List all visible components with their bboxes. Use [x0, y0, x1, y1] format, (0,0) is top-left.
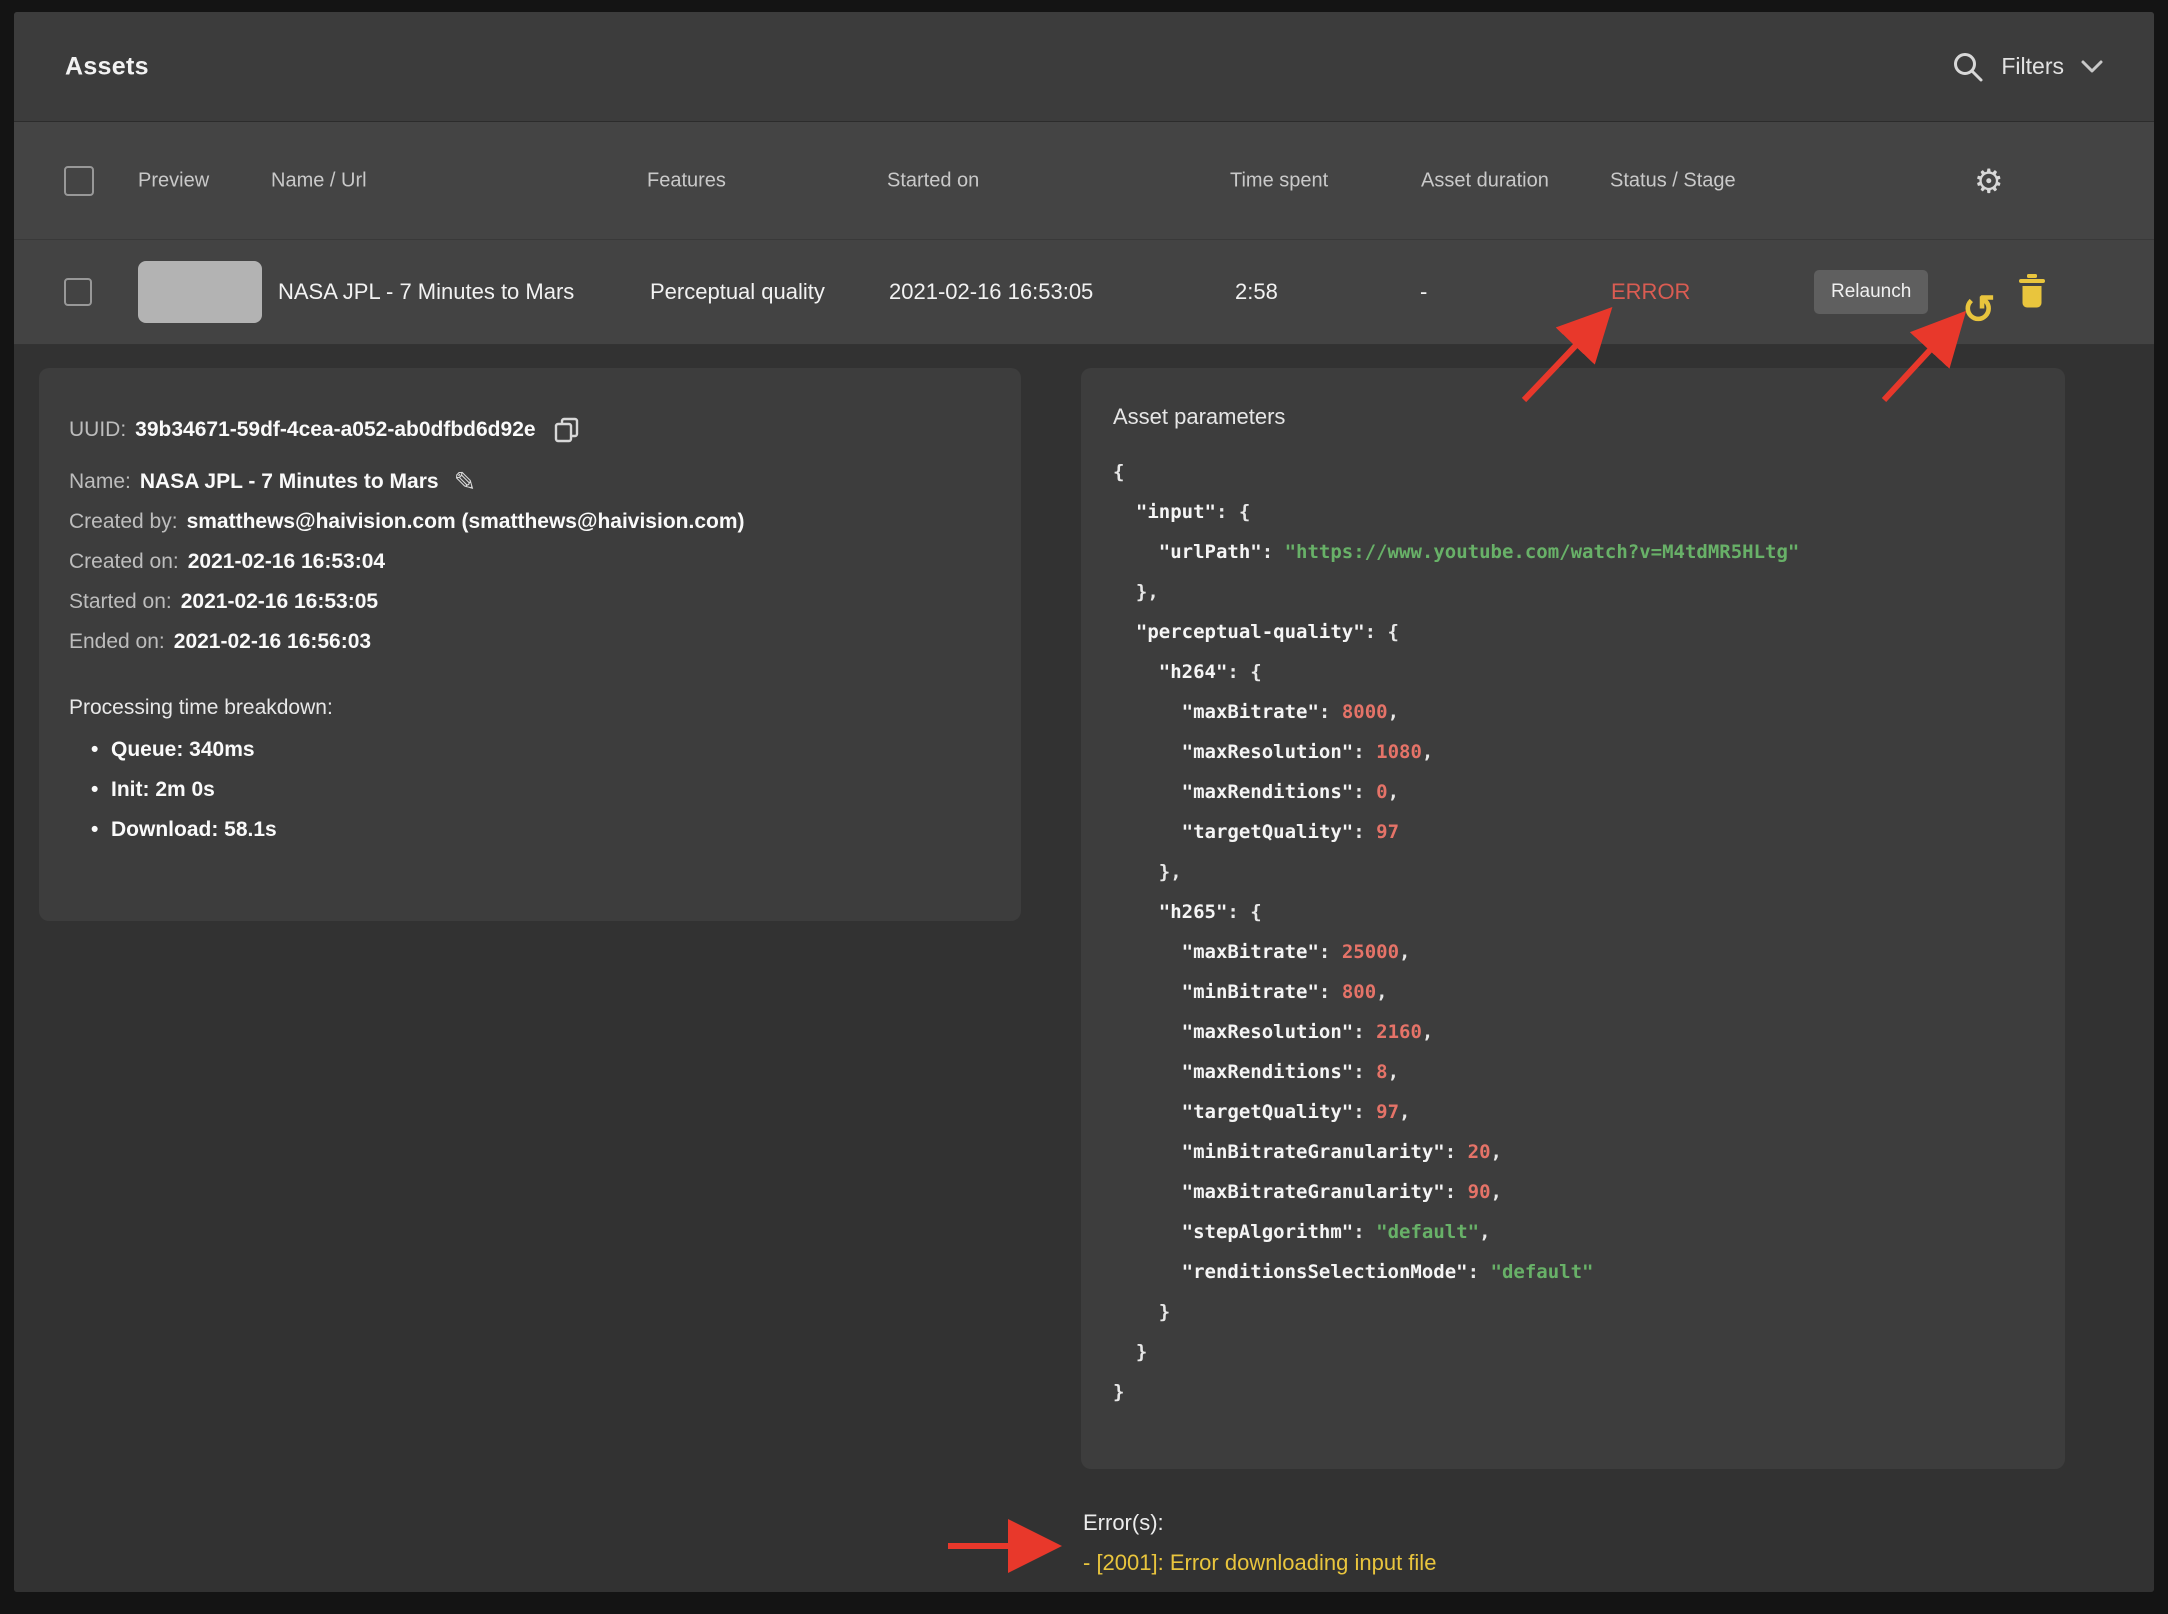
asset-started-on: 2021-02-16 16:53:05 [889, 279, 1093, 305]
asset-features: Perceptual quality [650, 279, 825, 305]
started-on-value: 2021-02-16 16:53:05 [181, 590, 378, 614]
processing-item-init: Init: 2m 0s [69, 770, 991, 810]
asset-parameters-code: { "input": { "urlPath": "https://www.you… [1113, 452, 2033, 1412]
table-header-row: Preview Name / Url Features Started on T… [14, 122, 2154, 240]
asset-parameters-panel: Asset parameters { "input": { "urlPath":… [1081, 368, 2065, 1469]
started-on-row: Started on: 2021-02-16 16:53:05 [69, 582, 991, 622]
copy-icon[interactable] [553, 416, 581, 444]
assets-page: Assets Filters Preview Name / Url Featur… [14, 12, 2154, 1592]
processing-time-list: Queue: 340ms Init: 2m 0s Download: 58.1s [69, 730, 991, 850]
column-settings-gear-icon[interactable]: ⚙ [1974, 164, 2004, 197]
name-label: Name: [69, 470, 131, 494]
processing-time-title: Processing time breakdown: [69, 696, 991, 720]
relaunch-button[interactable]: Relaunch [1814, 270, 1928, 314]
asset-detail-area: UUID: 39b34671-59df-4cea-a052-ab0dfbd6d9… [14, 345, 2154, 1592]
col-header-started-on: Started on [887, 169, 979, 192]
started-on-label: Started on: [69, 590, 172, 614]
created-by-value: smatthews@haivision.com (smatthews@haivi… [187, 510, 745, 534]
asset-time-spent: 2:58 [1235, 279, 1278, 305]
col-header-name-url: Name / Url [271, 169, 367, 192]
asset-parameters-title: Asset parameters [1113, 404, 2033, 430]
asset-preview-thumbnail[interactable] [138, 261, 262, 323]
col-header-time-spent: Time spent [1230, 169, 1328, 192]
processing-item-download: Download: 58.1s [69, 810, 991, 850]
search-icon[interactable] [1951, 50, 1985, 84]
filters-control[interactable]: Filters [1951, 50, 2104, 84]
name-value: NASA JPL - 7 Minutes to Mars [140, 470, 439, 494]
status-badge: ERROR [1611, 279, 1690, 305]
col-header-status-stage: Status / Stage [1610, 169, 1736, 192]
col-header-preview: Preview [138, 169, 209, 192]
select-all-checkbox[interactable] [64, 166, 94, 196]
col-header-asset-duration: Asset duration [1421, 169, 1549, 192]
edit-name-pencil-icon[interactable]: ✎ [454, 469, 477, 496]
ended-on-row: Ended on: 2021-02-16 16:56:03 [69, 622, 991, 662]
processing-item-queue: Queue: 340ms [69, 730, 991, 770]
asset-duration: - [1420, 279, 1427, 305]
errors-title: Error(s): [1083, 1503, 1436, 1543]
uuid-label: UUID: [69, 418, 126, 442]
chevron-down-icon[interactable] [2080, 59, 2104, 75]
ended-on-value: 2021-02-16 16:56:03 [174, 630, 371, 654]
uuid-value: 39b34671-59df-4cea-a052-ab0dfbd6d92e [135, 418, 535, 442]
filters-label[interactable]: Filters [2001, 53, 2064, 80]
header-bar: Assets Filters [14, 12, 2154, 122]
page-title: Assets [65, 52, 149, 81]
errors-block: Error(s): - [2001]: Error downloading in… [1083, 1503, 1436, 1583]
created-on-row: Created on: 2021-02-16 16:53:04 [69, 542, 991, 582]
table-row[interactable]: NASA JPL - 7 Minutes to Mars Perceptual … [14, 240, 2154, 345]
ended-on-label: Ended on: [69, 630, 165, 654]
col-header-features: Features [647, 169, 726, 192]
name-row: Name: NASA JPL - 7 Minutes to Mars ✎ [69, 462, 991, 502]
retry-icon[interactable]: ↺ [1962, 290, 1996, 330]
created-by-label: Created by: [69, 510, 178, 534]
error-message: - [2001]: Error downloading input file [1083, 1543, 1436, 1583]
asset-name: NASA JPL - 7 Minutes to Mars [278, 279, 574, 305]
trash-icon[interactable] [2017, 274, 2047, 310]
created-on-value: 2021-02-16 16:53:04 [188, 550, 385, 574]
created-on-label: Created on: [69, 550, 179, 574]
row-checkbox[interactable] [64, 278, 92, 306]
asset-info-panel: UUID: 39b34671-59df-4cea-a052-ab0dfbd6d9… [39, 368, 1021, 921]
created-by-row: Created by: smatthews@haivision.com (sma… [69, 502, 991, 542]
uuid-row: UUID: 39b34671-59df-4cea-a052-ab0dfbd6d9… [69, 410, 991, 450]
